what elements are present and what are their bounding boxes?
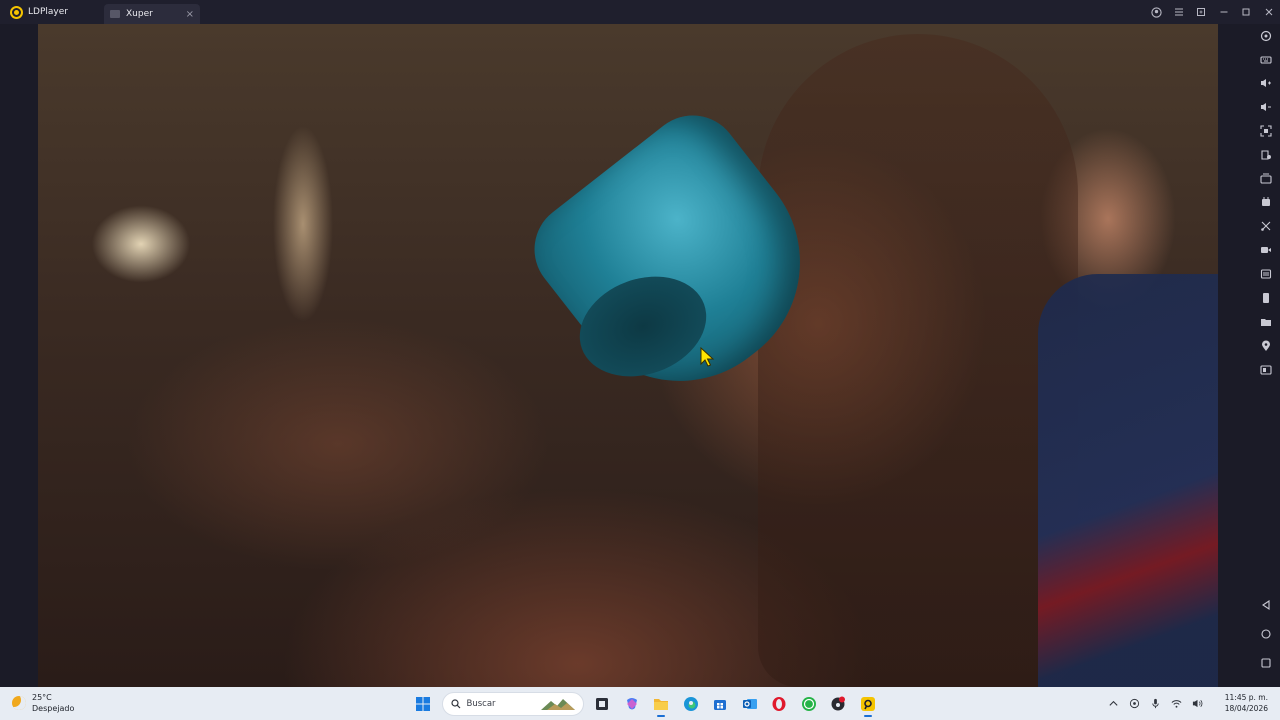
- opera-icon[interactable]: [765, 690, 795, 718]
- maximize-icon[interactable]: [1235, 0, 1258, 24]
- tab-label: Xuper: [126, 9, 153, 19]
- search-placeholder: Buscar: [466, 699, 496, 709]
- weather-desc: Despejado: [32, 704, 75, 713]
- active-indicator: [863, 715, 872, 717]
- window-controls: [1145, 0, 1280, 24]
- title-bar: LDPlayer Xuper ×: [0, 0, 1280, 24]
- edge-icon[interactable]: [676, 690, 706, 718]
- system-tray: [1103, 692, 1208, 714]
- copilot-icon[interactable]: [617, 690, 647, 718]
- apk-install-icon[interactable]: [1256, 264, 1276, 284]
- tab-xuper[interactable]: Xuper ×: [104, 4, 200, 24]
- restore-icon[interactable]: [1190, 0, 1213, 24]
- outlook-icon[interactable]: [735, 690, 765, 718]
- app-icon[interactable]: [824, 690, 854, 718]
- wifi-icon[interactable]: [1166, 692, 1187, 714]
- shake-icon[interactable]: [1256, 288, 1276, 308]
- folder-icon[interactable]: [647, 690, 677, 718]
- search-icon: [450, 699, 460, 709]
- volume-up-icon[interactable]: [1256, 73, 1276, 93]
- volume-icon[interactable]: [1187, 692, 1208, 714]
- taskbar-apps: Buscar: [408, 690, 883, 718]
- chevron-up-icon[interactable]: [1103, 692, 1124, 714]
- taskbar-search-input[interactable]: Buscar: [441, 692, 584, 716]
- gamepad-icon[interactable]: [1256, 26, 1276, 46]
- ldplayer-logo-icon: [10, 5, 23, 19]
- video-scene-hair: [758, 34, 1078, 687]
- start-icon[interactable]: [408, 690, 438, 718]
- scissors-icon[interactable]: [1256, 216, 1276, 236]
- clock-time: 11:45 p. m.: [1224, 693, 1268, 702]
- tab-app-icon: [110, 10, 120, 18]
- close-icon[interactable]: [1258, 0, 1280, 24]
- moon-icon: [12, 696, 26, 710]
- menu-icon[interactable]: [1168, 0, 1191, 24]
- multi-instance-icon[interactable]: [1256, 169, 1276, 189]
- store-icon[interactable]: [706, 690, 736, 718]
- active-indicator: [657, 715, 666, 717]
- tab-close-icon[interactable]: ×: [186, 9, 194, 20]
- screenshot-icon[interactable]: [1256, 121, 1276, 141]
- volume-down-icon[interactable]: [1256, 97, 1276, 117]
- windows-taskbar: 25°C Despejado Buscar 11:45 p. m. 18/04/…: [0, 687, 1280, 720]
- weather-widget[interactable]: 25°C Despejado: [12, 692, 74, 714]
- taskbar-clock[interactable]: 11:45 p. m. 18/04/2026: [1225, 692, 1268, 714]
- whatsapp-icon[interactable]: [794, 690, 824, 718]
- minimize-icon[interactable]: [1213, 0, 1236, 24]
- record-icon[interactable]: [1256, 240, 1276, 260]
- app-brand: LDPlayer: [0, 0, 104, 24]
- file-explorer-icon[interactable]: [588, 690, 618, 718]
- location-icon[interactable]: [1256, 336, 1276, 356]
- keyboard-icon[interactable]: [1256, 50, 1276, 70]
- video-player[interactable]: [38, 24, 1218, 687]
- account-icon[interactable]: [1145, 0, 1168, 24]
- mouse-cursor-icon: [700, 347, 715, 367]
- left-gutter: [0, 24, 38, 687]
- recents-icon[interactable]: [1256, 653, 1276, 673]
- microphone-icon[interactable]: [1145, 692, 1166, 714]
- weather-temp: 25°C: [32, 693, 52, 702]
- home-icon[interactable]: [1256, 624, 1276, 644]
- app-name: LDPlayer: [28, 7, 68, 17]
- clock-date: 18/04/2026: [1224, 704, 1268, 713]
- back-icon[interactable]: [1256, 595, 1276, 615]
- ldplayer-icon[interactable]: [853, 690, 883, 718]
- operation-record-icon[interactable]: [1256, 360, 1276, 380]
- sync-icon[interactable]: [1256, 192, 1276, 212]
- emulator-toolbar: [1218, 24, 1280, 687]
- video-scene-jersey: [1038, 274, 1218, 687]
- network-icon[interactable]: [1124, 692, 1145, 714]
- gallery-icon[interactable]: [1256, 145, 1276, 165]
- search-highlight-icon: [540, 699, 575, 710]
- folder-icon[interactable]: [1256, 312, 1276, 332]
